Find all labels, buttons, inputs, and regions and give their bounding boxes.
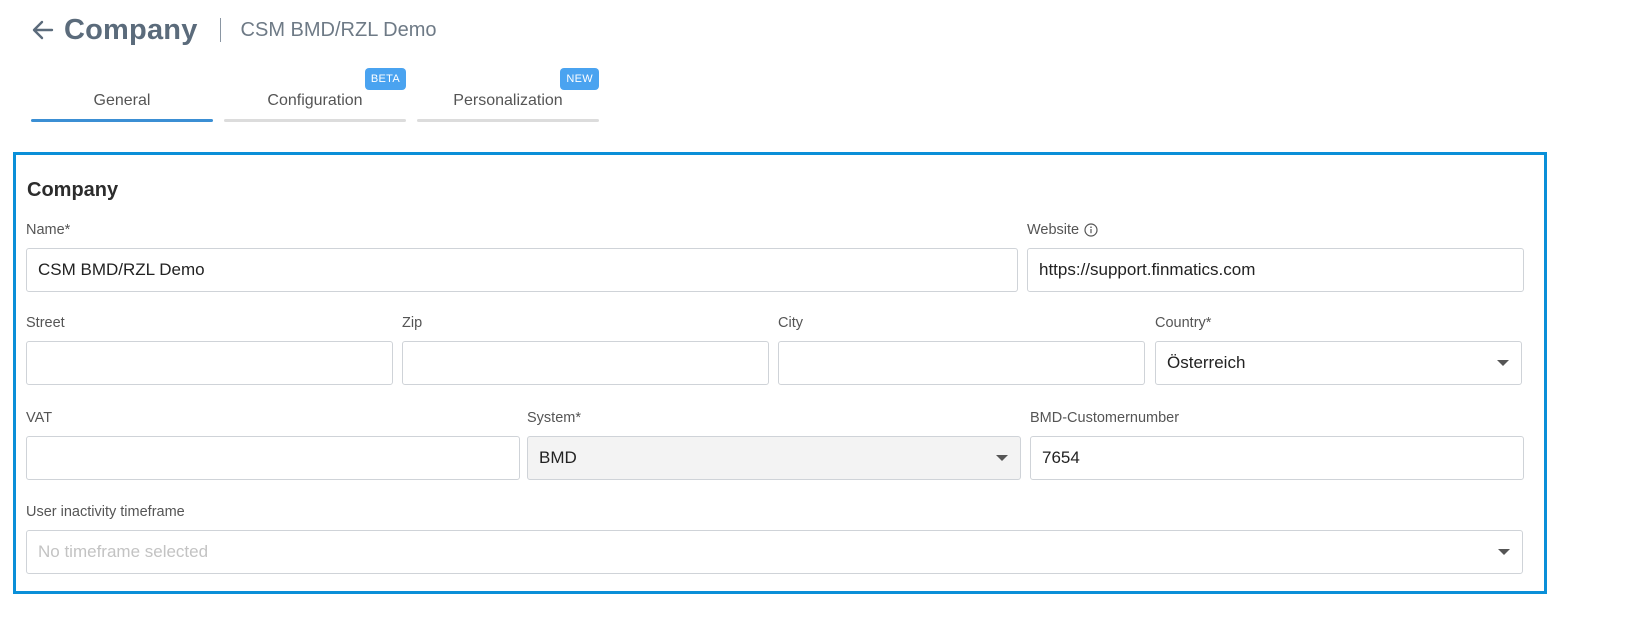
vat-field-group: VAT	[26, 408, 520, 480]
back-arrow-icon[interactable]	[30, 17, 56, 43]
city-label: City	[778, 315, 803, 331]
customernumber-input[interactable]: 7654	[1030, 436, 1524, 480]
name-input[interactable]: CSM BMD/RZL Demo	[26, 248, 1018, 292]
tab-general[interactable]: General	[31, 64, 213, 122]
customernumber-field-group: BMD-Customernumber 7654	[1030, 408, 1524, 480]
inactivity-placeholder: No timeframe selected	[38, 542, 209, 561]
system-value: BMD	[539, 448, 577, 467]
company-card: Company Name* CSM BMD/RZL Demo Website h…	[13, 152, 1547, 594]
name-label: Name*	[26, 222, 71, 238]
inactivity-field-group: User inactivity timeframe No timeframe s…	[26, 502, 1523, 574]
new-badge: NEW	[560, 68, 599, 90]
country-field-group: Country* Österreich	[1155, 313, 1522, 385]
card-title: Company	[27, 179, 119, 201]
page-subtitle: CSM BMD/RZL Demo	[240, 18, 437, 41]
tab-label: Configuration	[267, 92, 363, 109]
country-select[interactable]: Österreich	[1155, 341, 1522, 385]
vat-label: VAT	[26, 410, 53, 426]
title-divider	[219, 18, 221, 42]
tab-label: Personalization	[453, 92, 563, 109]
website-label: Website	[1027, 220, 1524, 240]
city-field-group: City	[778, 313, 1145, 385]
zip-field-group: Zip	[402, 313, 769, 385]
system-label: System*	[527, 410, 581, 426]
name-value: CSM BMD/RZL Demo	[38, 260, 205, 279]
page-title: Company	[64, 13, 198, 46]
website-input[interactable]: https://support.finmatics.com	[1027, 248, 1524, 292]
inactivity-label: User inactivity timeframe	[26, 504, 185, 520]
chevron-down-icon	[1498, 549, 1510, 555]
system-field-group: System* BMD	[527, 408, 1021, 480]
inactivity-select[interactable]: No timeframe selected	[26, 530, 1523, 574]
website-value: https://support.finmatics.com	[1039, 260, 1256, 279]
vat-input[interactable]	[26, 436, 520, 480]
tab-label: General	[93, 92, 151, 109]
system-select[interactable]: BMD	[527, 436, 1021, 480]
street-label: Street	[26, 315, 65, 331]
tab-underline	[224, 119, 406, 122]
city-input[interactable]	[778, 341, 1145, 385]
chevron-down-icon	[1497, 360, 1509, 366]
tab-underline	[417, 119, 599, 122]
customernumber-value: 7654	[1042, 448, 1080, 467]
beta-badge: BETA	[364, 68, 406, 90]
country-label: Country*	[1155, 315, 1212, 331]
street-field-group: Street	[26, 313, 393, 385]
customernumber-label: BMD-Customernumber	[1030, 410, 1180, 426]
tab-personalization[interactable]: NEW Personalization	[417, 64, 599, 122]
chevron-down-icon	[996, 455, 1008, 461]
tab-configuration[interactable]: BETA Configuration	[224, 64, 406, 122]
zip-input[interactable]	[402, 341, 769, 385]
page-header: Company CSM BMD/RZL Demo	[30, 12, 436, 48]
company-settings-page: Company CSM BMD/RZL Demo General BETA Co…	[0, 0, 1639, 636]
website-label-text: Website	[1027, 222, 1080, 238]
tab-underline	[31, 119, 213, 122]
tab-bar: General BETA Configuration NEW Personali…	[31, 64, 599, 122]
website-field-group: Website https://support.finmatics.com	[1027, 220, 1524, 292]
name-field-group: Name* CSM BMD/RZL Demo	[26, 220, 1018, 292]
country-value: Österreich	[1167, 353, 1246, 372]
info-icon[interactable]	[1084, 223, 1098, 237]
zip-label: Zip	[402, 315, 423, 331]
street-input[interactable]	[26, 341, 393, 385]
